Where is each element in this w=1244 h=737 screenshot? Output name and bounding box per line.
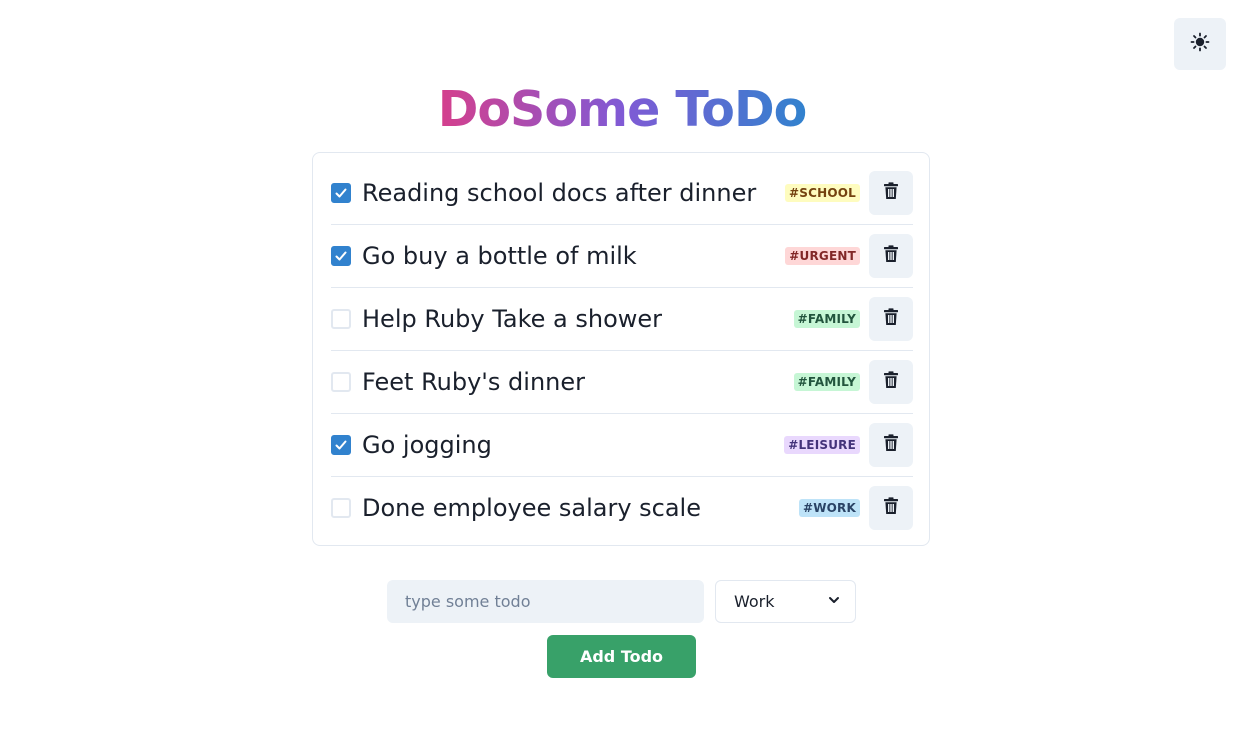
check-icon [334,438,348,452]
chevron-down-icon [827,592,841,611]
todo-list: Reading school docs after dinner #SCHOOL G… [312,152,930,546]
todo-item: Feet Ruby's dinner #FAMILY [331,351,913,413]
todo-tag-badge: #LEISURE [784,436,860,454]
delete-todo-button[interactable] [869,297,913,341]
trash-icon [883,245,899,267]
todo-checkbox[interactable] [331,183,351,203]
delete-todo-button[interactable] [869,234,913,278]
todo-tag-badge: #URGENT [785,247,860,265]
todo-tag-badge: #WORK [798,499,860,517]
add-todo-button[interactable]: Add Todo [547,635,696,678]
trash-icon [883,497,899,519]
todo-item: Done employee salary scale #WORK [331,477,913,539]
check-icon [334,249,348,263]
todo-text: Done employee salary scale [362,494,701,522]
todo-checkbox[interactable] [331,498,351,518]
todo-item: Reading school docs after dinner #SCHOOL [331,162,913,224]
trash-icon [883,308,899,330]
trash-icon [883,434,899,456]
delete-todo-button[interactable] [869,486,913,530]
delete-todo-button[interactable] [869,423,913,467]
todo-tag-badge: #FAMILY [793,373,860,391]
category-select-value: Work [734,592,775,611]
todo-text: Help Ruby Take a shower [362,305,663,333]
todo-tag-badge: #SCHOOL [785,184,860,202]
todo-checkbox[interactable] [331,246,351,266]
todo-input[interactable] [387,580,704,623]
trash-icon [883,182,899,204]
trash-icon [883,371,899,393]
sun-icon [1190,32,1210,56]
page-title: DoSome ToDo [0,78,1244,142]
check-icon [334,186,348,200]
todo-checkbox[interactable] [331,309,351,329]
category-select[interactable]: Work [715,580,856,623]
theme-toggle-button[interactable] [1174,18,1226,70]
todo-app: DoSome ToDo Reading school docs after di… [0,0,1244,737]
todo-text: Go jogging [362,431,492,459]
todo-text: Reading school docs after dinner [362,179,757,207]
todo-tag-badge: #FAMILY [793,310,860,328]
app-title-text: DoSome ToDo [437,81,808,138]
todo-item: Go jogging #LEISURE [331,414,913,476]
todo-checkbox[interactable] [331,435,351,455]
todo-checkbox[interactable] [331,372,351,392]
delete-todo-button[interactable] [869,171,913,215]
todo-text: Feet Ruby's dinner [362,368,585,396]
todo-item: Help Ruby Take a shower #FAMILY [331,288,913,350]
todo-item: Go buy a bottle of milk #URGENT [331,225,913,287]
delete-todo-button[interactable] [869,360,913,404]
todo-text: Go buy a bottle of milk [362,242,637,270]
